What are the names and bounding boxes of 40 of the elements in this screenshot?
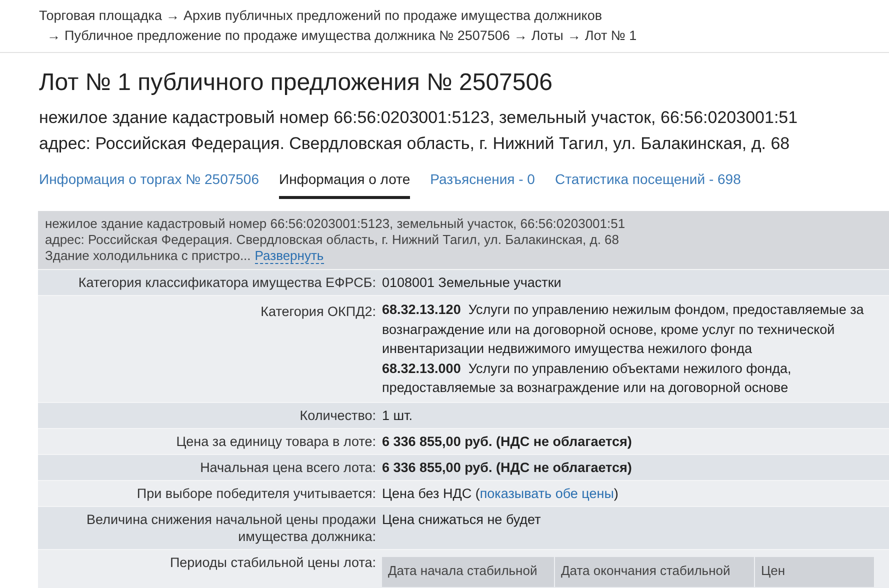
tab[interactable]: Статистика посещений - 698 <box>554 167 741 199</box>
breadcrumb-link[interactable]: Публичное предложение по продаже имущества должника № 2507506 <box>64 26 510 46</box>
tab[interactable]: Разъяснения - 0 <box>430 167 535 199</box>
tab[interactable]: Информация о торгах № 2507506 <box>39 167 259 199</box>
field-value: 1 шт. <box>382 408 413 422</box>
field-label: Категория ОКПД2: <box>260 303 376 321</box>
field-label: Количество: <box>298 406 376 424</box>
field-value: Цена снижаться не будет <box>382 512 541 526</box>
column-header: Дата окончания стабильной <box>555 556 755 586</box>
breadcrumb-link[interactable]: Архив публичных предложений по продаже имущества должников <box>183 6 602 26</box>
field-label: Начальная цена всего лота: <box>199 458 376 476</box>
field-label: Категория классификатора имущества ЕФРСБ: <box>77 274 376 291</box>
breadcrumb-arrow: → <box>567 27 581 45</box>
description-line: Здание холодильника с пристро... <box>45 248 251 264</box>
lot-subtitle: нежилое здание кадастровый номер 66:56:0203001:5123, земельный участок, 66:56:0203001:51 <box>39 107 799 129</box>
column-header: Дата начала стабильной <box>382 556 555 586</box>
okpd-entry: 68.32.13.000 Услуги по управлению объектами нежилого фонда, предоставляемые за вознаграждение или на договорной основе <box>382 360 792 397</box>
breadcrumb-link[interactable]: Торговая площадка <box>39 6 162 26</box>
page-title: Лот № 1 публичного предложения № 2507506 <box>39 68 554 98</box>
breadcrumb-arrow: → <box>47 27 60 45</box>
description-line: адрес: Российская Федерация. Свердловская область, г. Нижний Тагил, ул. Балакинская, д. 68 <box>45 232 620 248</box>
field-value: 0108001 Земельные участки <box>382 275 562 290</box>
breadcrumb-link[interactable]: Лоты <box>531 26 564 46</box>
field-label: Цена за единицу товара в лоте: <box>175 432 376 450</box>
price-value: 6 336 855,00 руб. (НДС не облагается) <box>382 434 632 448</box>
description-line: нежилое здание кадастровый номер 66:56:0203001:5123, земельный участок, 66:56:0203001:51 <box>45 216 626 232</box>
show-both-prices-link[interactable]: показывать обе цены <box>480 486 614 500</box>
tab[interactable]: Информация о лоте <box>279 167 410 199</box>
breadcrumb-arrow: → <box>166 7 180 25</box>
field-value: Цена без НДС (показывать обе цены) <box>382 484 620 502</box>
breadcrumb-link[interactable]: Лот № 1 <box>584 26 637 46</box>
okpd-entry: 68.32.13.120 Услуги по управлению нежилым фондом, предоставляемые за вознаграждение или на договорной основе, кроме услуг по технической инвентаризации недвижимого имущества нежилого фонда <box>382 301 865 358</box>
field-label: Величина снижения начальной цены продажи имущества должника: <box>86 510 376 544</box>
field-label: При выборе победителя учитывается: <box>136 484 376 502</box>
breadcrumb-arrow: → <box>514 27 528 45</box>
column-header: Цен <box>755 556 875 586</box>
expand-link[interactable]: Развернуть <box>254 248 324 264</box>
price-value: 6 336 855,00 руб. (НДС не облагается) <box>382 460 632 474</box>
field-label: Периоды стабильной цены лота: <box>168 554 376 572</box>
lot-subtitle: адрес: Российская Федерация. Свердловская область, г. Нижний Тагил, ул. Балакинская, д. 68 <box>39 133 791 155</box>
